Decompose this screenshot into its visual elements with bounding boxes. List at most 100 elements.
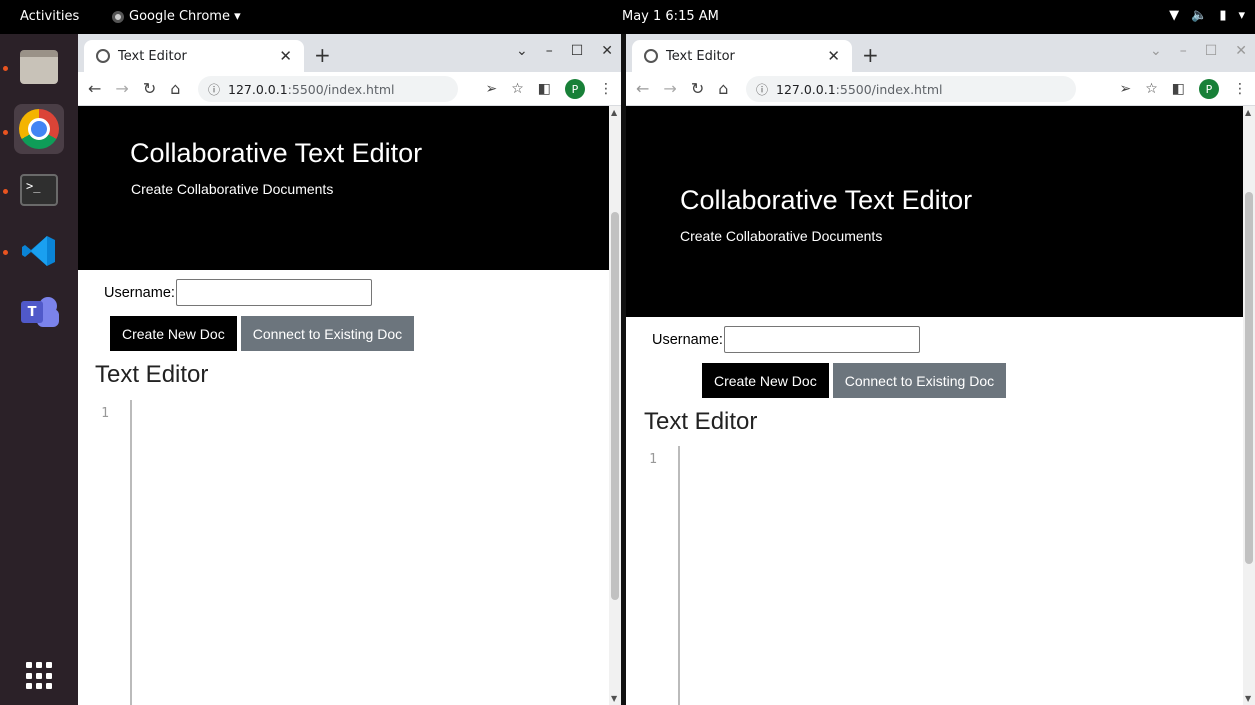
editor-heading: Text Editor [644,408,758,435]
globe-icon [644,49,658,63]
side-panel-icon[interactable]: ◧ [538,81,551,97]
home-icon[interactable]: ⌂ [170,79,180,98]
forward-icon[interactable]: → [663,79,676,98]
scroll-up-icon[interactable]: ▲ [611,108,617,117]
menu-icon[interactable]: ⋮ [599,81,613,97]
line-number: 1 [101,406,109,421]
close-tab-icon[interactable]: ✕ [279,47,292,65]
tab-text-editor[interactable]: Text Editor ✕ [632,40,852,72]
top-bar: Activities Google Chrome ▾ May 1 6:15 AM… [0,0,1255,34]
tab-text-editor[interactable]: Text Editor ✕ [84,40,304,72]
running-indicator [3,250,8,255]
system-tray[interactable]: ▼ 🔈 ▮ ▾ [1169,8,1245,23]
running-indicator [3,189,8,194]
editor-content[interactable] [682,446,1238,705]
tab-strip: Text Editor ✕ + ⌄ – ☐ ✕ [78,34,621,72]
username-label: Username: [652,331,723,348]
dock-chrome[interactable] [14,104,64,154]
teams-icon: T [19,293,59,329]
forward-icon[interactable]: → [115,79,128,98]
activities-button[interactable]: Activities [20,9,79,24]
dock-teams[interactable]: T [14,286,64,336]
reload-icon[interactable]: ↻ [143,79,156,98]
browser-toolbar: ← → ↻ ⌂ ⓘ 127.0.0.1 :5500/index.html ➢ ☆… [626,72,1255,106]
dock: >_ T [0,34,78,705]
star-icon[interactable]: ☆ [1145,81,1158,97]
page-subtitle: Create Collaborative Documents [131,181,334,197]
send-icon[interactable]: ➢ [485,81,497,97]
connect-existing-doc-button[interactable]: Connect to Existing Doc [832,363,1007,398]
send-icon[interactable]: ➢ [1119,81,1131,97]
chrome-mini-icon [112,10,124,23]
url-path: :5500/index.html [835,81,943,97]
browser-window-right: Text Editor ✕ + ⌄ – ☐ ✕ ← → ↻ ⌂ ⓘ 127.0.… [626,34,1255,705]
nav-buttons: ← → ↻ ⌂ [88,79,180,98]
scroll-up-icon[interactable]: ▲ [1245,108,1251,117]
dock-terminal[interactable]: >_ [14,165,64,215]
new-tab-button[interactable]: + [314,43,331,67]
username-label: Username: [104,284,175,301]
minimize-icon[interactable]: – [1180,43,1187,59]
window-controls: ⌄ – ☐ ✕ [1150,43,1247,59]
battery-icon: ▮ [1219,8,1227,23]
clock[interactable]: May 1 6:15 AM [622,9,719,24]
files-icon [20,50,58,84]
dock-vscode[interactable] [14,226,64,276]
username-input[interactable] [723,326,920,353]
back-icon[interactable]: ← [88,79,101,98]
maximize-icon[interactable]: ☐ [1205,43,1218,59]
vscode-icon [20,232,58,270]
address-bar[interactable]: ⓘ 127.0.0.1 :5500/index.html [746,76,1076,102]
profile-avatar[interactable]: P [1199,79,1219,99]
close-tab-icon[interactable]: ✕ [827,47,840,65]
nav-buttons: ← → ↻ ⌂ [636,79,728,98]
page-subtitle: Create Collaborative Documents [680,228,883,244]
maximize-icon[interactable]: ☐ [571,43,584,59]
reload-icon[interactable]: ↻ [691,79,704,98]
star-icon[interactable]: ☆ [511,81,524,97]
terminal-icon: >_ [20,174,58,206]
menu-icon[interactable]: ⋮ [1233,81,1247,97]
app-menu[interactable]: Google Chrome ▾ [112,9,241,24]
toolbar-actions: ➢ ☆ ◧ P ⋮ [1119,79,1247,99]
page-scrollbar[interactable]: ▲ ▼ [609,106,621,705]
window-controls: ⌄ – ☐ ✕ [516,43,613,59]
scrollbar-thumb[interactable] [611,212,619,600]
create-new-doc-button[interactable]: Create New Doc [110,316,237,351]
new-tab-button[interactable]: + [862,43,879,67]
page-viewport: Collaborative Text Editor Create Collabo… [626,106,1255,705]
show-applications-icon[interactable] [26,662,54,690]
profile-avatar[interactable]: P [565,79,585,99]
page-title: Collaborative Text Editor [130,138,423,168]
running-indicator [3,130,8,135]
home-icon[interactable]: ⌂ [718,79,728,98]
create-new-doc-button[interactable]: Create New Doc [702,363,829,398]
tab-title: Text Editor [666,48,735,64]
username-row: Username: [652,326,920,353]
desktop: Activities Google Chrome ▾ May 1 6:15 AM… [0,0,1255,705]
tab-search-icon[interactable]: ⌄ [1150,43,1162,59]
scroll-down-icon[interactable]: ▼ [1245,694,1251,703]
tab-search-icon[interactable]: ⌄ [516,43,528,59]
wifi-icon: ▼ [1169,8,1180,23]
page-scrollbar[interactable]: ▲ ▼ [1243,106,1255,705]
url-host: 127.0.0.1 [228,81,288,97]
tab-strip: Text Editor ✕ + ⌄ – ☐ ✕ [626,34,1255,72]
scroll-down-icon[interactable]: ▼ [611,694,617,703]
editor-content[interactable] [134,400,604,705]
scrollbar-thumb[interactable] [1245,192,1253,564]
connect-existing-doc-button[interactable]: Connect to Existing Doc [240,316,415,351]
minimize-icon[interactable]: – [546,43,553,59]
side-panel-icon[interactable]: ◧ [1172,81,1185,97]
username-input[interactable] [175,279,372,306]
address-bar[interactable]: ⓘ 127.0.0.1 :5500/index.html [198,76,458,102]
line-gutter: 1 [628,446,680,705]
back-icon[interactable]: ← [636,79,649,98]
editor-heading: Text Editor [95,361,209,388]
dock-files[interactable] [14,42,64,92]
close-window-icon[interactable]: ✕ [601,43,613,59]
doc-buttons: Create New Doc Connect to Existing Doc [110,316,415,351]
close-window-icon[interactable]: ✕ [1235,43,1247,59]
line-number: 1 [649,452,657,467]
line-gutter: 1 [80,400,132,705]
